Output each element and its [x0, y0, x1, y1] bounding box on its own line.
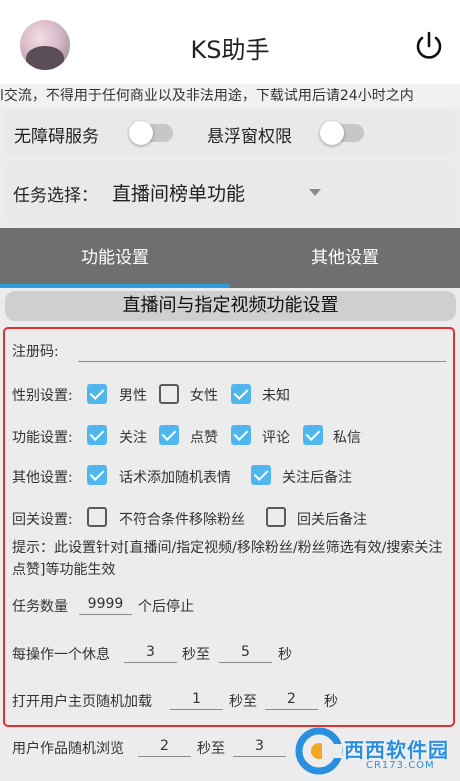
note-after-followback-label: 回关后备注 — [297, 512, 367, 528]
watermark-logo-icon — [295, 727, 343, 775]
open-home-min-input[interactable]: 1 — [170, 689, 223, 710]
reg-code-label: 注册码: — [12, 344, 59, 360]
dropdown-arrow-icon[interactable] — [309, 189, 321, 196]
gender-unknown-label: 未知 — [262, 388, 290, 404]
switch-knob — [129, 121, 153, 145]
task-select-label: 任务选择： — [13, 186, 98, 206]
feature-like-checkbox[interactable] — [159, 425, 179, 445]
note-after-follow-checkbox[interactable] — [251, 465, 271, 485]
feature-message-checkbox[interactable] — [303, 425, 323, 445]
browse-min-input[interactable]: 2 — [138, 736, 191, 757]
random-emoji-label: 话术添加随机表情 — [119, 470, 231, 486]
watermark-url: CR173.COM — [366, 760, 435, 771]
remove-fans-checkbox[interactable] — [87, 507, 107, 527]
random-emoji-checkbox[interactable] — [87, 465, 107, 485]
task-select-dropdown[interactable]: 直播间榜单功能 — [112, 179, 245, 206]
note-after-followback-checkbox[interactable] — [266, 507, 286, 527]
tab-function-settings[interactable]: 功能设置 — [0, 228, 230, 288]
reg-code-input[interactable] — [78, 343, 446, 362]
settings-hint: 提示：此设置针对[直播间/指定视频/移除粉丝/粉丝筛选有效/搜索关注点赞]等功能… — [12, 540, 443, 578]
rest-range-separator: 秒至 — [182, 647, 210, 663]
accessibility-label: 无障碍服务 — [14, 127, 99, 147]
active-tab-indicator — [0, 284, 230, 288]
site-watermark: 西西软件园 CR173.COM — [292, 726, 460, 776]
gender-male-checkbox[interactable] — [87, 384, 107, 404]
floating-window-switch[interactable] — [320, 121, 364, 145]
tab-bar: 功能设置 其他设置 — [0, 228, 460, 288]
gender-female-checkbox[interactable] — [159, 384, 179, 404]
gender-label: 性别设置: — [12, 388, 73, 404]
browse-max-input[interactable]: 3 — [233, 736, 286, 757]
browse-works-label: 用户作品随机浏览 — [12, 741, 124, 757]
task-count-label: 任务数量 — [12, 599, 68, 615]
switch-knob — [320, 121, 344, 145]
task-count-input[interactable]: 9999 — [79, 594, 132, 615]
follow-back-label: 回关设置: — [12, 512, 73, 528]
open-home-label: 打开用户主页随机加载 — [12, 694, 152, 710]
feature-message-label: 私信 — [333, 430, 361, 446]
rest-min-input[interactable]: 3 — [124, 642, 177, 663]
feature-comment-label: 评论 — [262, 430, 290, 446]
open-home-max-input[interactable]: 2 — [265, 689, 318, 710]
rest-max-input[interactable]: 5 — [219, 642, 272, 663]
rest-unit: 秒 — [278, 647, 292, 663]
gender-unknown-checkbox[interactable] — [231, 384, 251, 404]
feature-like-label: 点赞 — [190, 430, 218, 446]
feature-follow-checkbox[interactable] — [87, 425, 107, 445]
feature-follow-label: 关注 — [119, 430, 147, 446]
accessibility-switch[interactable] — [129, 121, 173, 145]
other-settings-label: 其他设置: — [12, 470, 73, 486]
features-label: 功能设置: — [12, 430, 73, 446]
task-count-suffix: 个后停止 — [138, 599, 194, 615]
remove-fans-label: 不符合条件移除粉丝 — [119, 512, 245, 528]
gender-male-label: 男性 — [119, 388, 147, 404]
top-bar: KS助手 — [0, 0, 460, 84]
power-icon[interactable] — [413, 30, 445, 62]
tab-other-settings[interactable]: 其他设置 — [230, 228, 460, 288]
open-home-range-separator: 秒至 — [229, 694, 257, 710]
browse-range-separator: 秒至 — [197, 741, 225, 757]
section-title: 直播间与指定视频功能设置 — [5, 291, 456, 321]
notice-marquee: l交流，不得用于任何商业以及非法用途，下载试用后请24小时之内 — [0, 84, 460, 108]
watermark-text: 西西软件园 — [344, 738, 449, 762]
feature-comment-checkbox[interactable] — [231, 425, 251, 445]
app-title: KS助手 — [190, 36, 270, 64]
gender-female-label: 女性 — [190, 388, 218, 404]
note-after-follow-label: 关注后备注 — [282, 470, 352, 486]
open-home-unit: 秒 — [324, 694, 338, 710]
floating-window-label: 悬浮窗权限 — [207, 127, 292, 147]
rest-interval-label: 每操作一个休息 — [12, 647, 110, 663]
